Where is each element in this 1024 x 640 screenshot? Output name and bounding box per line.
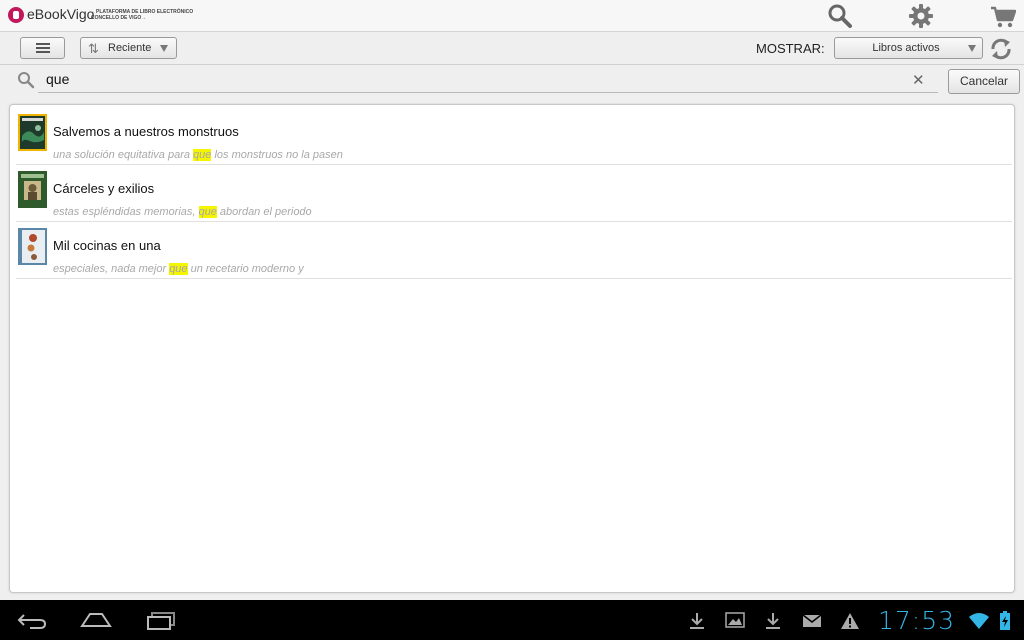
list-item[interactable]: Mil cocinas en una especiales, nada mejo… xyxy=(16,222,1012,279)
filter-dropdown[interactable]: Libros activos xyxy=(834,37,983,59)
sort-label: Reciente xyxy=(108,42,152,54)
snippet-text: estas espléndidas memorias, xyxy=(53,206,199,218)
chevron-down-icon xyxy=(968,45,976,52)
snippet-text: los monstruos no la pasen xyxy=(211,149,343,161)
back-icon[interactable] xyxy=(16,612,48,630)
cancel-button[interactable]: Cancelar xyxy=(948,69,1020,94)
search-match-highlight: que xyxy=(198,206,217,218)
search-match-highlight: que xyxy=(169,263,188,275)
email-icon xyxy=(802,614,822,627)
result-snippet: especiales, nada mejor que un recetario … xyxy=(53,263,304,275)
list-item[interactable]: Cárceles y exilios estas espléndidas mem… xyxy=(16,165,1012,222)
app-tagline: ←PLATAFORMA DE LIBRO ELECTRÓNICO CONCELL… xyxy=(91,9,211,21)
filter-value: Libros activos xyxy=(872,42,940,54)
sort-dropdown[interactable]: ⇅ Reciente xyxy=(80,37,177,59)
image-icon xyxy=(725,612,745,628)
home-icon[interactable] xyxy=(80,612,112,628)
status-clock: 17:53 xyxy=(878,606,956,635)
gear-icon[interactable] xyxy=(908,3,934,29)
book-cover-image xyxy=(18,114,47,151)
snippet-text: abordan el periodo xyxy=(216,206,312,218)
snippet-text: una solución equitativa para xyxy=(53,149,194,161)
list-item[interactable]: Salvemos a nuestros monstruos una soluci… xyxy=(16,108,1012,165)
recent-apps-icon[interactable] xyxy=(146,611,176,631)
tagline-line-2: CONCELLO DE VIGO→ xyxy=(91,15,147,21)
system-navigation-bar: 17:53 xyxy=(0,600,1024,640)
search-results-list: Salvemos a nuestros monstruos una soluci… xyxy=(9,104,1015,593)
download-icon xyxy=(690,613,704,629)
search-input[interactable] xyxy=(38,65,938,93)
cart-icon[interactable] xyxy=(990,3,1016,29)
result-snippet: una solución equitativa para que los mon… xyxy=(53,149,343,161)
clear-icon[interactable]: ✕ xyxy=(912,71,925,89)
wifi-icon xyxy=(969,613,989,629)
search-bar: ✕ Cancelar xyxy=(0,65,1024,98)
book-title: Salvemos a nuestros monstruos xyxy=(53,124,239,139)
refresh-icon[interactable] xyxy=(988,36,1014,62)
hamburger-icon xyxy=(36,43,50,53)
book-title: Cárceles y exilios xyxy=(53,181,155,196)
ebookvigo-logo-icon xyxy=(8,7,24,23)
book-cover-image xyxy=(18,171,47,208)
result-snippet: estas espléndidas memorias, que abordan … xyxy=(53,206,312,218)
toolbar: ⇅ Reciente MOSTRAR: Libros activos xyxy=(0,32,1024,65)
book-cover-image xyxy=(18,228,47,265)
search-icon[interactable] xyxy=(827,3,853,29)
search-match-highlight: que xyxy=(193,149,212,161)
book-title: Mil cocinas en una xyxy=(53,238,161,253)
search-icon xyxy=(18,72,35,89)
sort-arrows-icon: ⇅ xyxy=(88,41,99,56)
app-header: eBookVigo ←PLATAFORMA DE LIBRO ELECTRÓNI… xyxy=(0,0,1024,32)
chevron-down-icon xyxy=(160,45,168,52)
snippet-text: un recetario moderno y xyxy=(187,263,304,275)
snippet-text: especiales, nada mejor xyxy=(53,263,170,275)
battery-charging-icon xyxy=(1000,611,1010,630)
download-icon xyxy=(766,613,780,629)
show-label: MOSTRAR: xyxy=(756,41,825,56)
menu-button[interactable] xyxy=(20,37,65,59)
warning-icon xyxy=(841,613,859,629)
app-name: eBookVigo xyxy=(27,6,95,22)
